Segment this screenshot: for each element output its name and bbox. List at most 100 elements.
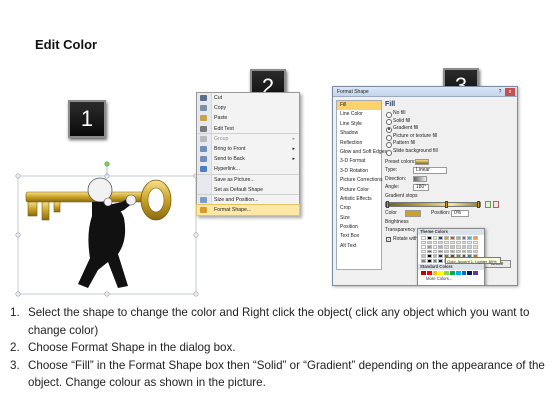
standard-color-swatch[interactable]	[444, 270, 449, 275]
color-swatch[interactable]	[461, 245, 467, 249]
nav-item-picture-color[interactable]: Picture Color	[337, 186, 381, 195]
color-swatch[interactable]	[432, 258, 438, 263]
color-swatch[interactable]	[438, 245, 444, 249]
color-swatch[interactable]	[455, 240, 461, 245]
color-swatch[interactable]	[467, 245, 473, 249]
color-swatch[interactable]	[449, 249, 455, 254]
nav-item-crop[interactable]: Crop	[337, 204, 381, 213]
standard-color-swatch[interactable]	[426, 270, 432, 275]
color-swatch[interactable]	[467, 236, 473, 240]
color-swatch[interactable]	[473, 249, 478, 254]
menu-item-hyperlink[interactable]: Hyperlink...	[197, 164, 299, 175]
color-swatch[interactable]	[421, 249, 426, 254]
menu-item-copy[interactable]: Copy	[197, 103, 299, 113]
color-dropdown[interactable]	[405, 210, 421, 217]
color-swatch[interactable]	[449, 236, 455, 240]
remove-stop-icon[interactable]	[493, 200, 499, 208]
color-swatch[interactable]	[455, 245, 461, 249]
menu-item-edit-text[interactable]: Edit Text	[197, 124, 299, 134]
menu-item-group[interactable]: Group ▸	[197, 134, 299, 144]
fill-option-pattern-fill[interactable]: Pattern fill	[385, 140, 515, 148]
color-swatch[interactable]	[421, 258, 426, 263]
nav-item-line-color[interactable]: Line Color	[337, 110, 381, 119]
fill-option-no-fill[interactable]: No fill	[385, 110, 515, 118]
color-swatch[interactable]	[426, 240, 432, 245]
menu-item-save-as-picture[interactable]: Save as Picture...	[197, 175, 299, 185]
nav-item-position[interactable]: Position	[337, 223, 381, 232]
color-swatch[interactable]	[473, 240, 478, 245]
gradient-stop[interactable]	[445, 200, 448, 208]
color-swatch[interactable]	[444, 249, 449, 254]
fill-option-slide-background-fill[interactable]: Slide background fill	[385, 148, 515, 156]
color-swatch[interactable]	[426, 236, 432, 240]
color-swatch[interactable]	[461, 249, 467, 254]
color-swatch[interactable]	[449, 240, 455, 245]
menu-item-paste[interactable]: Paste	[197, 113, 299, 123]
color-swatch[interactable]	[455, 249, 461, 254]
standard-color-swatch[interactable]	[449, 270, 455, 275]
nav-item-3-d-format[interactable]: 3-D Format	[337, 157, 381, 166]
key-man-clipart[interactable]	[12, 158, 202, 298]
color-swatch[interactable]	[421, 236, 426, 240]
nav-item-line-style[interactable]: Line Style	[337, 120, 381, 129]
color-swatch[interactable]	[426, 249, 432, 254]
color-swatch[interactable]	[449, 245, 455, 249]
color-swatch[interactable]	[438, 258, 444, 263]
standard-color-swatch[interactable]	[467, 270, 473, 275]
color-swatch[interactable]	[455, 236, 461, 240]
close-icon[interactable]: x	[505, 88, 515, 96]
color-swatch[interactable]	[426, 254, 432, 258]
standard-color-swatch[interactable]	[461, 270, 467, 275]
add-stop-icon[interactable]	[485, 200, 491, 208]
nav-item-fill[interactable]: Fill	[337, 101, 381, 111]
color-swatch[interactable]	[438, 236, 444, 240]
nav-item-picture-corrections[interactable]: Picture Corrections	[337, 176, 383, 185]
color-swatch[interactable]	[421, 245, 426, 249]
position-input[interactable]: 0%	[451, 210, 469, 217]
rotate-handle[interactable]	[104, 161, 110, 167]
rotate-checkbox[interactable]: ✓	[386, 236, 391, 242]
color-swatch[interactable]	[444, 240, 449, 245]
standard-color-swatch[interactable]	[421, 270, 426, 275]
standard-color-swatch[interactable]	[438, 270, 444, 275]
color-swatch[interactable]	[473, 245, 478, 249]
menu-item-bring-to-front[interactable]: Bring to Front ▸	[197, 144, 299, 154]
nav-item-size[interactable]: Size	[337, 214, 381, 223]
gradient-stop[interactable]	[477, 200, 480, 208]
color-swatch[interactable]	[473, 236, 478, 240]
standard-color-swatch[interactable]	[432, 270, 438, 275]
color-swatch[interactable]	[432, 245, 438, 249]
menu-item-send-to-back[interactable]: Send to Back ▸	[197, 154, 299, 164]
nav-item-3-d-rotation[interactable]: 3-D Rotation	[337, 167, 381, 176]
nav-item-artistic-effects[interactable]: Artistic Effects	[337, 195, 381, 204]
color-swatch[interactable]	[444, 245, 449, 249]
direction-dropdown[interactable]	[413, 175, 427, 183]
fill-option-gradient-fill[interactable]: Gradient fill	[385, 125, 515, 133]
gradient-stop[interactable]	[386, 200, 389, 208]
menu-item-size-and-position[interactable]: Size and Position...	[197, 195, 299, 205]
color-swatch[interactable]	[467, 249, 473, 254]
color-swatch[interactable]	[461, 236, 467, 240]
help-button[interactable]: ?	[497, 88, 503, 96]
gradient-bar[interactable]	[385, 201, 481, 207]
more-colors-link[interactable]: More Colors...	[418, 276, 484, 282]
color-swatch[interactable]	[432, 240, 438, 245]
fill-option-solid-fill[interactable]: Solid fill	[385, 118, 515, 126]
color-swatch[interactable]	[467, 240, 473, 245]
color-swatch[interactable]	[426, 245, 432, 249]
color-swatch[interactable]	[426, 258, 432, 263]
menu-item-cut[interactable]: Cut	[197, 93, 299, 103]
menu-item-set-as-default-shape[interactable]: Set as Default Shape	[197, 185, 299, 195]
nav-item-shadow[interactable]: Shadow	[337, 129, 381, 138]
color-swatch[interactable]	[444, 236, 449, 240]
color-swatch[interactable]	[421, 254, 426, 258]
nav-item-alt-text[interactable]: Alt Text	[337, 242, 381, 251]
fill-option-picture-or-texture-fill[interactable]: Picture or texture fill	[385, 133, 515, 141]
nav-item-glow-and-soft-edges[interactable]: Glow and Soft Edges	[337, 148, 387, 157]
standard-color-swatch[interactable]	[455, 270, 461, 275]
color-swatch[interactable]	[438, 249, 444, 254]
color-swatch[interactable]	[438, 240, 444, 245]
angle-input[interactable]: 180°	[413, 184, 429, 191]
nav-item-text-box[interactable]: Text Box	[337, 232, 381, 241]
color-swatch[interactable]	[432, 249, 438, 254]
